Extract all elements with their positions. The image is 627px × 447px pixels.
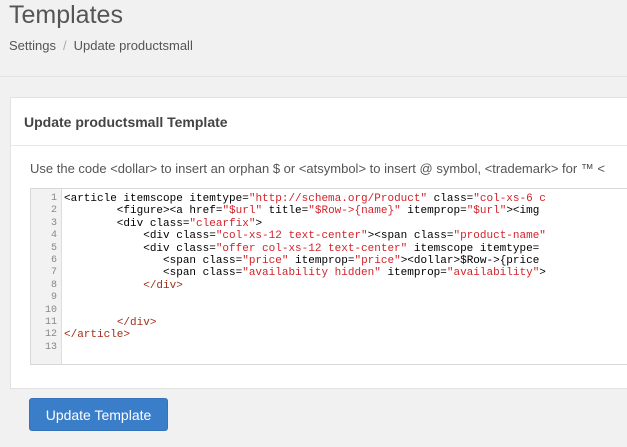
code-token: "availability" [446, 267, 540, 280]
code-token: "$url" [222, 205, 263, 218]
line-number: 13 [44, 341, 57, 353]
page-header: Templates Settings / Update productsmall [0, 0, 627, 77]
line-number: 11 [44, 316, 57, 328]
code-text: <article itemscope itemtype="http://sche… [64, 193, 546, 205]
code-token: </article> [64, 329, 131, 342]
code-token: title= [262, 205, 309, 218]
code-line[interactable]: 4 <div class="col-xs-12 text-center"><sp… [31, 230, 627, 242]
line-number: 12 [44, 329, 57, 341]
code-line[interactable]: 2 <figure><a href="$url" title="$Row->{n… [31, 205, 627, 217]
code-token: > [539, 267, 546, 280]
code-token: <div class= [64, 242, 216, 255]
code-token: "availability hidden" [242, 267, 381, 280]
code-text: <div class="clearfix"> [64, 218, 262, 230]
code-line[interactable]: 7 <span class="availability hidden" item… [31, 267, 627, 279]
code-token: <figure><a href= [64, 205, 223, 218]
code-line[interactable]: 5 <div class="offer col-xs-12 text-cente… [31, 243, 627, 255]
code-token: "col-xs-6 c [473, 193, 546, 205]
code-text: </article> [64, 329, 130, 341]
code-token: <div class= [64, 230, 216, 243]
line-number: 3 [50, 217, 57, 229]
code-text: <span class="price" itemprop="price"><do… [64, 255, 539, 267]
code-token: "price" [242, 254, 289, 267]
line-number: 7 [50, 267, 57, 279]
code-line[interactable]: 1 <article itemscope itemtype="http://sch… [31, 193, 627, 205]
code-text: </div> [64, 316, 157, 329]
line-number: 10 [44, 304, 57, 316]
code-token: "col-xs-12 text-center" [215, 230, 368, 243]
code-text: <span class="availability hidden" itempr… [64, 267, 546, 279]
breadcrumb-item-settings[interactable]: Settings [9, 38, 56, 53]
code-token: > [255, 217, 263, 230]
code-token: ><img [506, 205, 540, 218]
code-line[interactable]: 12 </article> [31, 329, 627, 341]
template-panel: Update productsmall Template Use the cod… [10, 97, 627, 389]
code-token: itemscope itemtype= [407, 242, 540, 255]
code-line[interactable]: 6 <span class="price" itemprop="price"><… [31, 255, 627, 267]
code-token: "http://schema.org/Product" [248, 193, 428, 205]
code-token: <article itemscope itemtype= [64, 193, 249, 205]
line-number: 9 [50, 292, 57, 304]
code-lines[interactable]: 1 <article itemscope itemtype="http://sch… [31, 193, 627, 354]
panel-divider [11, 145, 627, 146]
code-text: <div class="offer col-xs-12 text-center"… [64, 243, 539, 255]
code-line[interactable]: 10 [31, 305, 627, 317]
line-number: 4 [50, 230, 57, 242]
code-line[interactable]: 3 <div class="clearfix"> [31, 218, 627, 230]
code-token: ><span class= [367, 230, 454, 243]
line-number: 5 [50, 242, 57, 254]
code-token: "$Row->{name}" [308, 205, 401, 218]
code-line[interactable]: 9 [31, 292, 627, 304]
breadcrumb-separator: / [62, 38, 67, 53]
code-text: <div class="col-xs-12 text-center"><span… [64, 230, 546, 242]
code-token: class= [427, 193, 474, 205]
code-token: "price" [354, 254, 401, 267]
code-token: "$url" [466, 205, 507, 218]
line-number: 1 [50, 193, 57, 204]
line-number: 8 [50, 279, 57, 291]
code-line[interactable]: 11 </div> [31, 317, 627, 329]
line-number: 6 [50, 254, 57, 266]
panel-title: Update productsmall Template [24, 114, 228, 130]
code-token: itemprop= [400, 205, 467, 218]
code-token: <div class= [64, 217, 190, 230]
code-token: </div> [116, 316, 157, 329]
code-token: "offer col-xs-12 text-center" [215, 242, 408, 255]
code-text: </div> [64, 280, 183, 292]
code-text: <figure><a href="$url" title="$Row->{nam… [64, 205, 540, 218]
code-token: </div> [143, 279, 183, 292]
breadcrumb-item-current: Update productsmall [73, 38, 193, 53]
code-token: itemprop= [288, 254, 355, 267]
code-token: <span class= [64, 267, 243, 280]
code-token: "clearfix" [189, 217, 256, 230]
code-token: "product-name" [453, 230, 546, 243]
line-number: 2 [50, 205, 57, 217]
code-line[interactable]: 8 </div> [31, 280, 627, 292]
update-template-button[interactable]: Update Template [29, 398, 168, 431]
code-token: ><dollar>$Row->{price [400, 254, 540, 267]
code-line[interactable]: 13 [31, 342, 627, 354]
usage-hint: Use the code <dollar> to insert an orpha… [30, 161, 606, 176]
code-editor[interactable]: 1 <article itemscope itemtype="http://sch… [30, 188, 627, 365]
breadcrumb: Settings / Update productsmall [9, 37, 193, 55]
code-token: <span class= [64, 254, 243, 267]
page-title: Templates [9, 1, 123, 29]
code-token: itemprop= [380, 267, 447, 280]
